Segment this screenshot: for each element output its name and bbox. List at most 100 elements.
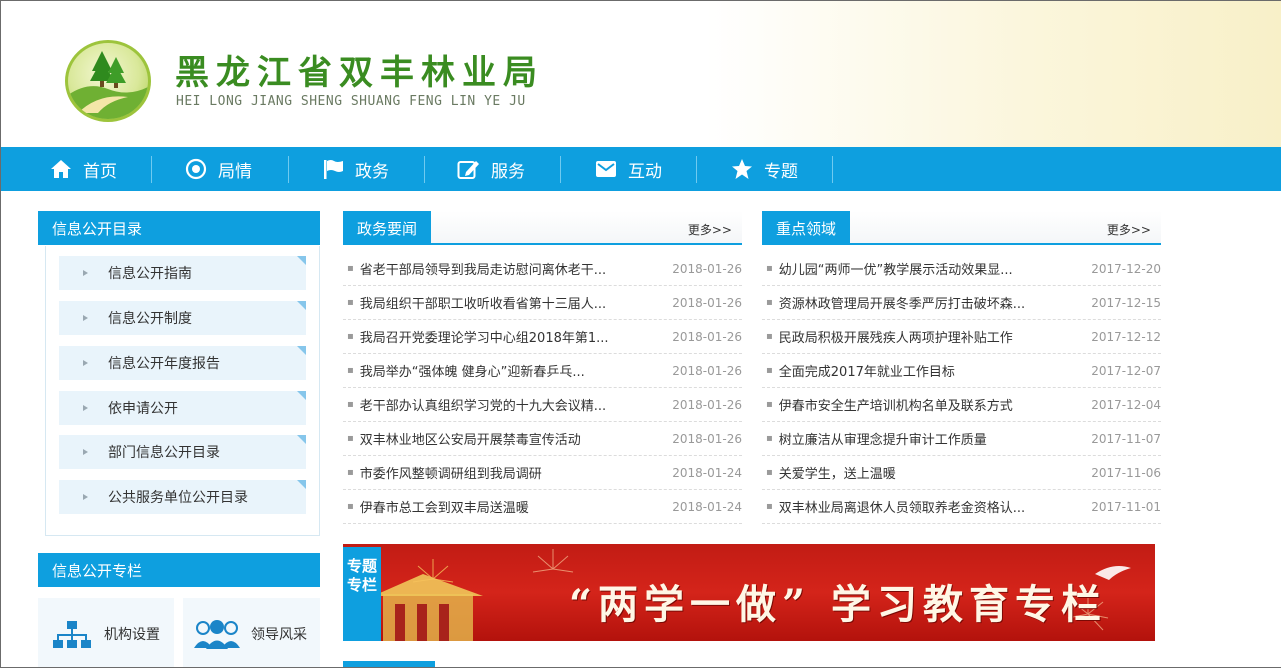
nav-label: 服务 <box>491 161 525 182</box>
corner-decoration <box>297 435 306 444</box>
news-row[interactable]: ▪ 我局举办“强体魄 健身心”迎新春乒乓... 2018-01-26 <box>343 354 742 388</box>
key-areas-row[interactable]: ▪ 资源林政管理局开展冬季严厉打击破坏森... 2017-12-15 <box>762 286 1161 320</box>
site-logo[interactable] <box>65 40 151 122</box>
column-header: 信息公开专栏 <box>38 553 320 587</box>
bullet-icon <box>83 494 88 500</box>
bullet-icon: ▪ <box>347 297 354 308</box>
key-areas-tab[interactable]: 重点领域 <box>762 211 851 245</box>
catalog-item-department[interactable]: 部门信息公开目录 <box>59 435 306 469</box>
bullet-icon: ▪ <box>347 399 354 410</box>
key-areas-title[interactable]: 伊春市安全生产培训机构名单及联系方式 <box>779 395 1083 414</box>
key-areas-row[interactable]: ▪ 关爱学生，送上温暖 2017-11-06 <box>762 456 1161 490</box>
catalog-item-guide[interactable]: 信息公开指南 <box>59 256 306 290</box>
nav-label: 局情 <box>218 161 252 182</box>
tile-org-structure[interactable]: 机构设置 <box>38 598 174 667</box>
nav-divider <box>151 156 152 183</box>
edit-icon <box>457 158 481 180</box>
nav-item-home[interactable]: 首页 <box>49 147 117 191</box>
key-areas-row[interactable]: ▪ 伊春市安全生产培训机构名单及联系方式 2017-12-04 <box>762 388 1161 422</box>
key-areas-title[interactable]: 双丰林业局离退休人员领取养老金资格认... <box>779 497 1083 516</box>
news-more-link[interactable]: 更多>> <box>688 221 732 238</box>
catalog-item-on-request[interactable]: 依申请公开 <box>59 391 306 425</box>
key-areas-row[interactable]: ▪ 全面完成2017年就业工作目标 2017-12-07 <box>762 354 1161 388</box>
catalog-header: 信息公开目录 <box>38 211 320 245</box>
catalog-item-annual-report[interactable]: 信息公开年度报告 <box>59 346 306 380</box>
news-title[interactable]: 我局组织干部职工收听收看省第十三届人... <box>360 293 664 312</box>
news-row[interactable]: ▪ 老干部办认真组织学习党的十九大会议精... 2018-01-26 <box>343 388 742 422</box>
bullet-icon: ▪ <box>347 263 354 274</box>
nav-divider <box>832 156 833 183</box>
news-row[interactable]: ▪ 双丰林业地区公安局开展禁毒宣传活动 2018-01-26 <box>343 422 742 456</box>
star-icon <box>730 158 754 180</box>
bullet-icon <box>83 449 88 455</box>
key-areas-date: 2017-11-01 <box>1091 499 1161 514</box>
nav-divider <box>424 156 425 183</box>
news-title[interactable]: 双丰林业地区公安局开展禁毒宣传活动 <box>360 429 664 448</box>
catalog-item-label: 部门信息公开目录 <box>108 445 220 461</box>
topic-banner[interactable]: 专题专栏 “两学一做” 学习教育专栏 <box>343 544 1155 641</box>
bullet-icon: ▪ <box>766 297 773 308</box>
news-title[interactable]: 老干部办认真组织学习党的十九大会议精... <box>360 395 664 414</box>
tile-leadership[interactable]: 领导风采 <box>183 598 320 667</box>
bullet-icon: ▪ <box>766 501 773 512</box>
bullet-icon: ▪ <box>347 433 354 444</box>
banner-tag: 专题专栏 <box>343 547 381 641</box>
catalog-title: 信息公开目录 <box>52 219 143 238</box>
key-areas-date: 2017-12-12 <box>1091 329 1161 344</box>
mail-icon <box>594 158 618 180</box>
tile-label: 机构设置 <box>104 626 160 643</box>
tile-label: 领导风采 <box>251 626 307 643</box>
catalog-item-system[interactable]: 信息公开制度 <box>59 301 306 335</box>
bullet-icon: ▪ <box>347 467 354 478</box>
news-tab[interactable]: 政务要闻 <box>343 211 432 245</box>
flag-icon <box>321 158 345 180</box>
key-areas-title[interactable]: 全面完成2017年就业工作目标 <box>779 361 1083 380</box>
news-date: 2018-01-26 <box>672 431 742 446</box>
news-date: 2018-01-26 <box>672 329 742 344</box>
news-title[interactable]: 市委作风整顿调研组到我局调研 <box>360 463 664 482</box>
news-date: 2018-01-26 <box>672 295 742 310</box>
catalog-item-label: 信息公开制度 <box>108 311 192 327</box>
nav-item-interaction[interactable]: 互动 <box>594 147 662 191</box>
bullet-icon <box>83 270 88 276</box>
news-row[interactable]: ▪ 伊春市总工会到双丰局送温暖 2018-01-24 <box>343 490 742 524</box>
key-areas-row[interactable]: ▪ 双丰林业局离退休人员领取养老金资格认... 2017-11-01 <box>762 490 1161 524</box>
news-date: 2018-01-26 <box>672 261 742 276</box>
news-row[interactable]: ▪ 我局召开党委理论学习中心组2018年第1... 2018-01-26 <box>343 320 742 354</box>
news-title[interactable]: 省老干部局领导到我局走访慰问离休老干... <box>360 259 664 278</box>
home-icon <box>49 158 73 180</box>
corner-decoration <box>297 480 306 489</box>
bullet-icon: ▪ <box>766 365 773 376</box>
nav-label: 互动 <box>628 161 662 182</box>
main-nav: 首页 局情 政务 服务 互动 专题 <box>1 147 1281 191</box>
key-areas-more-link[interactable]: 更多>> <box>1107 221 1151 238</box>
key-areas-date: 2017-12-07 <box>1091 363 1161 378</box>
key-areas-title[interactable]: 幼儿园“两师一优”教学展示活动效果显... <box>779 259 1083 278</box>
nav-item-topics[interactable]: 专题 <box>730 147 798 191</box>
news-row[interactable]: ▪ 省老干部局领导到我局走访慰问离休老干... 2018-01-26 <box>343 252 742 286</box>
news-title[interactable]: 伊春市总工会到双丰局送温暖 <box>360 497 664 516</box>
news-row[interactable]: ▪ 我局组织干部职工收听收看省第十三届人... 2018-01-26 <box>343 286 742 320</box>
catalog-item-label: 信息公开年度报告 <box>108 356 220 372</box>
catalog-item-public-service[interactable]: 公共服务单位公开目录 <box>59 480 306 514</box>
key-areas-row[interactable]: ▪ 幼儿园“两师一优”教学展示活动效果显... 2017-12-20 <box>762 252 1161 286</box>
key-areas-row[interactable]: ▪ 树立廉洁从审理念提升审计工作质量 2017-11-07 <box>762 422 1161 456</box>
key-areas-title[interactable]: 民政局积极开展残疾人两项护理补贴工作 <box>779 327 1083 346</box>
key-areas-title[interactable]: 资源林政管理局开展冬季严厉打击破坏森... <box>779 293 1083 312</box>
news-date: 2018-01-24 <box>672 499 742 514</box>
banner-text: “两学一做” 学习教育专栏 <box>569 581 1107 628</box>
catalog-item-label: 信息公开指南 <box>108 266 192 282</box>
next-section-tab <box>343 661 435 667</box>
nav-item-government[interactable]: 政务 <box>321 147 389 191</box>
key-areas-title[interactable]: 关爱学生，送上温暖 <box>779 463 1083 482</box>
nav-item-service[interactable]: 服务 <box>457 147 525 191</box>
key-areas-row[interactable]: ▪ 民政局积极开展残疾人两项护理补贴工作 2017-12-12 <box>762 320 1161 354</box>
column-title: 信息公开专栏 <box>52 561 143 580</box>
key-areas-title[interactable]: 树立廉洁从审理念提升审计工作质量 <box>779 429 1083 448</box>
bullet-icon: ▪ <box>766 399 773 410</box>
corner-decoration <box>297 391 306 400</box>
nav-item-overview[interactable]: 局情 <box>184 147 252 191</box>
news-title[interactable]: 我局召开党委理论学习中心组2018年第1... <box>360 327 664 346</box>
news-title[interactable]: 我局举办“强体魄 健身心”迎新春乒乓... <box>360 361 664 380</box>
news-row[interactable]: ▪ 市委作风整顿调研组到我局调研 2018-01-24 <box>343 456 742 490</box>
